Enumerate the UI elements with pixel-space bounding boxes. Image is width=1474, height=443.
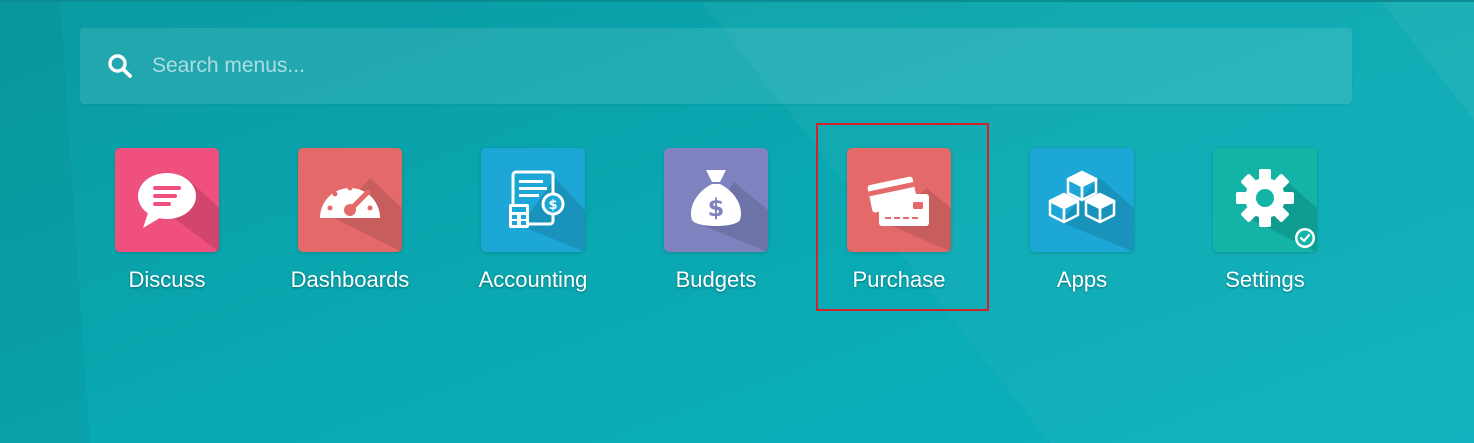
gear-icon xyxy=(1236,169,1317,252)
cubes-icon xyxy=(1048,170,1134,252)
app-tile-dashboards[interactable] xyxy=(298,148,402,252)
app-tile-budgets[interactable]: $ xyxy=(664,148,768,252)
highlight-box-purchase xyxy=(816,123,989,311)
svg-text:$: $ xyxy=(548,198,557,213)
app-accounting[interactable]: $ Accounting xyxy=(453,148,613,308)
app-discuss[interactable]: Discuss xyxy=(87,148,247,308)
speedometer-icon xyxy=(320,178,402,252)
svg-text:$: $ xyxy=(708,194,725,222)
app-label-settings: Settings xyxy=(1225,267,1305,292)
chat-bubble-icon xyxy=(138,173,219,252)
search-input[interactable] xyxy=(150,45,1352,87)
search-icon xyxy=(106,52,134,80)
search-bar[interactable] xyxy=(80,28,1352,104)
app-tile-accounting[interactable]: $ xyxy=(481,148,585,252)
invoice-calculator-icon: $ xyxy=(509,170,585,252)
app-settings[interactable]: Settings xyxy=(1185,148,1345,308)
app-label-budgets: Budgets xyxy=(675,267,757,292)
app-label-discuss: Discuss xyxy=(128,267,206,292)
app-apps[interactable]: Apps xyxy=(1002,148,1162,308)
app-tile-apps[interactable] xyxy=(1030,148,1134,252)
app-budgets[interactable]: $ Budgets xyxy=(636,148,796,308)
app-label-accounting: Accounting xyxy=(478,267,588,292)
app-tile-settings[interactable] xyxy=(1213,148,1317,252)
app-label-dashboards: Dashboards xyxy=(290,267,410,292)
check-badge-icon xyxy=(1295,228,1315,248)
top-border xyxy=(0,0,1474,2)
app-dashboards[interactable]: Dashboards xyxy=(270,148,430,308)
app-tile-discuss[interactable] xyxy=(115,148,219,252)
money-bag-icon: $ xyxy=(690,170,768,252)
app-label-apps: Apps xyxy=(1056,267,1108,292)
